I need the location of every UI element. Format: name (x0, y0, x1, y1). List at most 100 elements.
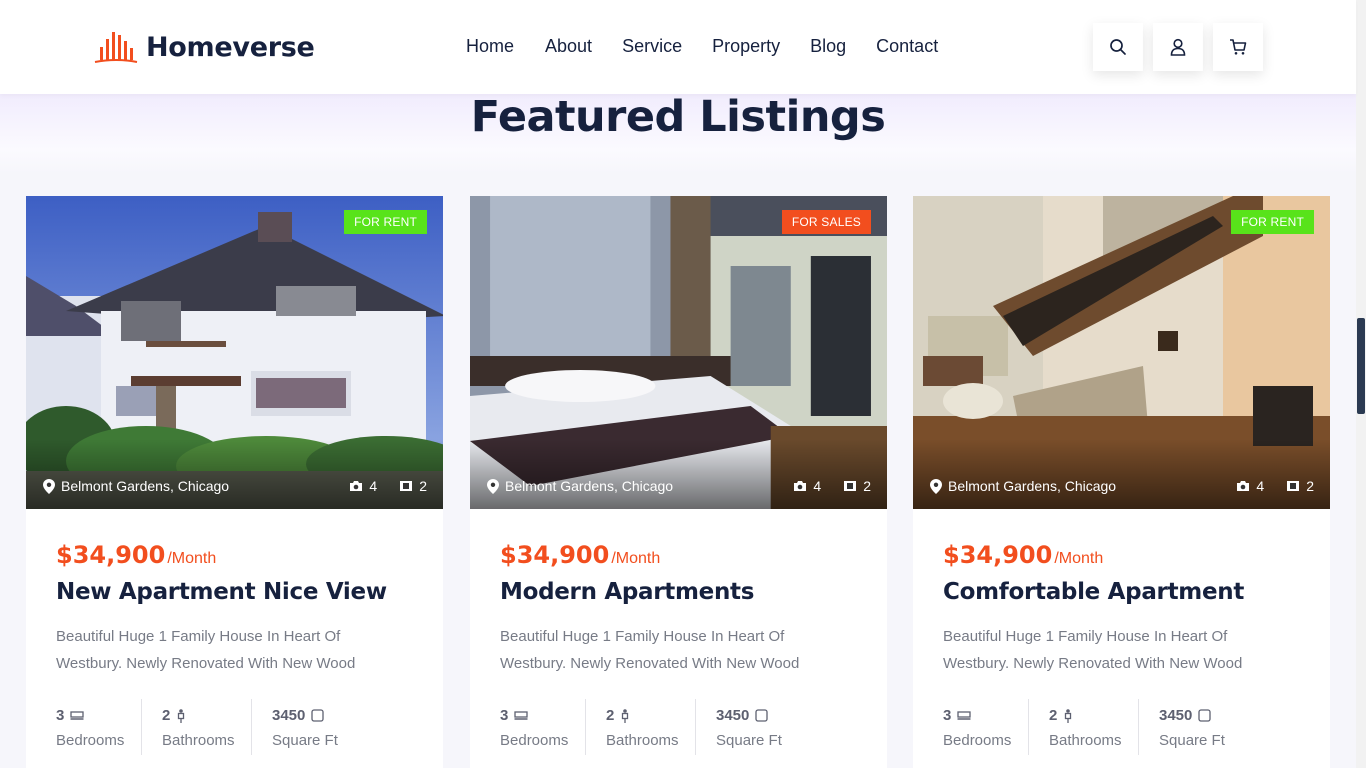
photo-count: 4 (369, 478, 378, 494)
price: $34,900 /Month (500, 541, 857, 569)
nav-service[interactable]: Service (622, 36, 682, 57)
search-button[interactable] (1093, 23, 1143, 71)
square-icon (311, 709, 325, 722)
listing-image[interactable]: FOR RENT Belmont Gardens, Chicago 4 2 (913, 196, 1330, 509)
listing-image[interactable]: FOR RENT Belmont Gardens, Chicago 4 2 (26, 196, 443, 509)
listing-card[interactable]: FOR SALES Belmont Gardens, Chicago 4 2 $… (470, 196, 887, 768)
photo-count: 4 (813, 478, 822, 494)
area-value: 3450 (1159, 707, 1193, 724)
person-icon (1065, 708, 1072, 723)
listing-image[interactable]: FOR SALES Belmont Gardens, Chicago 4 2 (470, 196, 887, 509)
bathrooms-count: 2 (1049, 707, 1058, 724)
listing-title[interactable]: Modern Apartments (500, 579, 857, 605)
media-counts: 4 2 (793, 478, 871, 494)
listing-description: Beautiful Huge 1 Family House In Heart O… (943, 628, 1243, 672)
area-label: Square Ft (716, 732, 782, 749)
camera-icon (350, 481, 363, 491)
logo[interactable]: Homeverse (94, 29, 315, 65)
bedrooms-count: 3 (500, 707, 509, 724)
feature-bedrooms: 3 Bedrooms (500, 699, 585, 755)
feature-area: 3450 Square Ft (1138, 699, 1258, 755)
account-button[interactable] (1153, 23, 1203, 71)
area-label: Square Ft (272, 732, 338, 749)
main-nav: Home About Service Property Blog Contact (466, 36, 968, 57)
camera-icon (794, 481, 807, 491)
video-count: 2 (419, 478, 427, 494)
bedrooms-label: Bedrooms (943, 732, 1012, 749)
square-icon (1198, 709, 1212, 722)
listing-badge: FOR RENT (1231, 210, 1314, 234)
feature-bedrooms: 3 Bedrooms (56, 699, 141, 755)
nav-blog[interactable]: Blog (810, 36, 846, 57)
square-icon (755, 709, 769, 722)
bathrooms-label: Bathrooms (1049, 732, 1122, 749)
image-gradient (470, 439, 887, 509)
listing-badge: FOR SALES (781, 210, 871, 234)
area-value: 3450 (716, 707, 750, 724)
media-counts: 4 2 (349, 478, 427, 494)
location-pin-icon (43, 478, 55, 494)
feature-bathrooms: 2 Bathrooms (141, 699, 251, 755)
nav-home[interactable]: Home (466, 36, 514, 57)
bedrooms-label: Bedrooms (56, 732, 125, 749)
listing-description: Beautiful Huge 1 Family House In Heart O… (56, 628, 356, 672)
price: $34,900 /Month (56, 541, 413, 569)
camera-icon (1237, 481, 1250, 491)
video-count: 2 (863, 478, 871, 494)
feature-bathrooms: 2 Bathrooms (1028, 699, 1138, 755)
bed-icon (514, 710, 528, 720)
feature-area: 3450 Square Ft (251, 699, 371, 755)
nav-about[interactable]: About (545, 36, 592, 57)
listing-title[interactable]: Comfortable Apartment (943, 579, 1300, 605)
listing-title[interactable]: New Apartment Nice View (56, 579, 413, 605)
price-unit: /Month (611, 550, 661, 567)
cart-button[interactable] (1213, 23, 1263, 71)
listing-features: 3 Bedrooms 2 Bathrooms 3450 Square Ft (56, 699, 413, 755)
search-icon (1110, 39, 1126, 55)
feature-bathrooms: 2 Bathrooms (585, 699, 695, 755)
location-text: Belmont Gardens, Chicago (61, 478, 230, 494)
area-value: 3450 (272, 707, 306, 724)
price: $34,900 /Month (943, 541, 1300, 569)
bed-icon (70, 710, 84, 720)
bedrooms-count: 3 (56, 707, 65, 724)
nav-property[interactable]: Property (712, 36, 780, 57)
bathrooms-count: 2 (606, 707, 615, 724)
user-icon (1170, 38, 1186, 56)
listing-description: Beautiful Huge 1 Family House In Heart O… (500, 628, 800, 672)
location-pin-icon (487, 478, 499, 494)
feature-bedrooms: 3 Bedrooms (943, 699, 1028, 755)
bed-icon (957, 710, 971, 720)
photo-count: 4 (1256, 478, 1265, 494)
film-icon (1287, 481, 1300, 491)
price-value: $34,900 (56, 541, 166, 569)
person-icon (622, 708, 629, 723)
site-header: Homeverse Home About Service Property Bl… (0, 0, 1356, 94)
bedrooms-label: Bedrooms (500, 732, 569, 749)
bedrooms-count: 3 (943, 707, 952, 724)
logo-text: Homeverse (146, 31, 315, 63)
listing-features: 3 Bedrooms 2 Bathrooms 3450 Square Ft (943, 699, 1300, 755)
area-label: Square Ft (1159, 732, 1225, 749)
person-icon (178, 708, 185, 723)
section-title: Featured Listings (470, 92, 886, 142)
listing-location[interactable]: Belmont Gardens, Chicago (930, 478, 1116, 494)
listing-card[interactable]: FOR RENT Belmont Gardens, Chicago 4 2 $3… (26, 196, 443, 768)
film-icon (400, 481, 413, 491)
scrollbar-thumb[interactable] (1357, 318, 1365, 414)
listing-location[interactable]: Belmont Gardens, Chicago (487, 478, 673, 494)
listing-location[interactable]: Belmont Gardens, Chicago (43, 478, 229, 494)
nav-contact[interactable]: Contact (876, 36, 938, 57)
listing-badge: FOR RENT (344, 210, 427, 234)
bathrooms-label: Bathrooms (606, 732, 679, 749)
logo-icon (94, 32, 138, 63)
price-value: $34,900 (943, 541, 1053, 569)
location-pin-icon (930, 478, 942, 494)
cart-icon (1230, 39, 1247, 55)
listing-card[interactable]: FOR RENT Belmont Gardens, Chicago 4 2 $3… (913, 196, 1330, 768)
price-unit: /Month (1054, 550, 1104, 567)
listing-features: 3 Bedrooms 2 Bathrooms 3450 Square Ft (500, 699, 857, 755)
media-counts: 4 2 (1236, 478, 1314, 494)
image-gradient (26, 439, 443, 509)
feature-area: 3450 Square Ft (695, 699, 815, 755)
